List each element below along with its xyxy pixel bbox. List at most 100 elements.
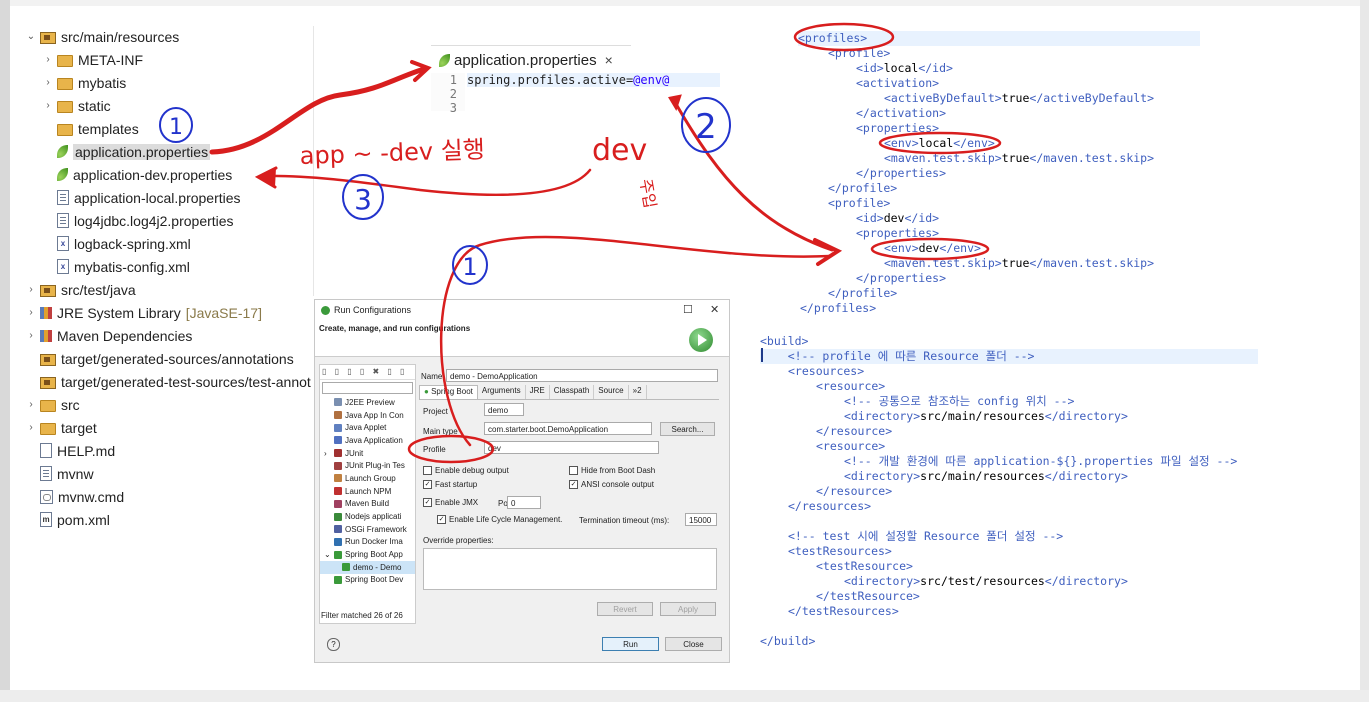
help-icon[interactable]: ? bbox=[327, 638, 340, 651]
chevron-down-icon[interactable]: ⌄ bbox=[324, 550, 334, 559]
launch-config-item[interactable]: J2EE Preview bbox=[320, 396, 415, 409]
tree-item-help-md[interactable]: HELP.md bbox=[25, 440, 115, 461]
run-button[interactable]: Run bbox=[602, 637, 659, 651]
file-icon bbox=[40, 466, 52, 481]
chevron-right-icon[interactable]: › bbox=[25, 399, 37, 410]
tree-item-logback-spring-xml[interactable]: x logback-spring.xml bbox=[42, 233, 191, 254]
main-type-field[interactable]: com.starter.boot.DemoApplication bbox=[484, 422, 652, 435]
config-type-icon bbox=[334, 512, 342, 521]
tree-item-label: templates bbox=[78, 120, 139, 137]
chevron-right-icon[interactable]: › bbox=[42, 54, 54, 65]
tree-item-target-generated-sources-annotations[interactable]: target/generated-sources/annotations bbox=[25, 348, 294, 369]
tree-item-label: static bbox=[78, 97, 111, 114]
tab-classpath[interactable]: Classpath bbox=[550, 385, 595, 399]
tree-item-application-dev-properties[interactable]: application-dev.properties bbox=[42, 164, 232, 185]
tree-item-application-local-properties[interactable]: application-local.properties bbox=[42, 187, 241, 208]
launch-config-item[interactable]: Java App In Con bbox=[320, 409, 415, 422]
editor-tab-application-properties[interactable]: application.properties × bbox=[431, 45, 631, 74]
tab-jre[interactable]: JRE bbox=[526, 385, 550, 399]
name-field[interactable]: demo - DemoApplication bbox=[446, 369, 718, 382]
fast-startup-checkbox[interactable]: ✓ Fast startup bbox=[423, 480, 477, 489]
launch-config-item[interactable]: › JUnit bbox=[320, 447, 415, 460]
xml-line: </build> bbox=[760, 634, 816, 648]
chevron-right-icon[interactable]: › bbox=[324, 449, 334, 458]
project-select[interactable]: demo bbox=[484, 403, 524, 416]
tree-item-mybatis[interactable]: › mybatis bbox=[42, 72, 126, 93]
chevron-down-icon[interactable]: ⌄ bbox=[25, 31, 37, 42]
chevron-right-icon[interactable]: › bbox=[42, 77, 54, 88]
tree-item-maven-dependencies[interactable]: › Maven Dependencies bbox=[25, 325, 192, 346]
debug-checkbox[interactable]: Enable debug output bbox=[423, 466, 509, 475]
launch-config-label: J2EE Preview bbox=[345, 397, 395, 407]
package-folder-icon bbox=[40, 353, 56, 366]
property-key: spring.profiles.active= bbox=[467, 73, 634, 87]
tree-item-src-test-java[interactable]: › src/test/java bbox=[25, 279, 136, 300]
tree-item-jre-system-library[interactable]: › JRE System Library [JavaSE-17] bbox=[25, 302, 262, 323]
tree-item-meta-inf[interactable]: › META-INF bbox=[42, 49, 143, 70]
chevron-right-icon[interactable]: › bbox=[25, 330, 37, 341]
apply-button[interactable]: Apply bbox=[660, 602, 716, 616]
chevron-right-icon[interactable]: › bbox=[25, 422, 37, 433]
termination-field[interactable]: 15000 bbox=[685, 513, 717, 526]
chevron-right-icon[interactable]: › bbox=[25, 284, 37, 295]
close-icon[interactable]: ✕ bbox=[710, 303, 719, 316]
editor-code-line-1[interactable]: spring.profiles.active=@env@ bbox=[467, 73, 720, 87]
tab-overflow[interactable]: »2 bbox=[629, 385, 647, 399]
launch-config-item[interactable]: Run Docker Ima bbox=[320, 536, 415, 549]
window-frame-left bbox=[0, 0, 10, 702]
tree-item-application-properties[interactable]: application.properties bbox=[42, 141, 211, 162]
project-label: Project bbox=[423, 407, 448, 416]
override-properties-field[interactable] bbox=[423, 548, 717, 590]
tree-item-templates[interactable]: templates bbox=[42, 118, 139, 139]
launch-config-item[interactable]: JUnit Plug-in Tes bbox=[320, 459, 415, 472]
launch-config-item[interactable]: Java Application bbox=[320, 434, 415, 447]
launch-config-item[interactable]: Maven Build bbox=[320, 498, 415, 511]
chevron-right-icon[interactable]: › bbox=[25, 307, 37, 318]
tree-item-static[interactable]: › static bbox=[42, 95, 111, 116]
revert-button[interactable]: Revert bbox=[597, 602, 653, 616]
tree-item-target[interactable]: › target bbox=[25, 417, 96, 438]
folder-icon bbox=[57, 123, 73, 136]
filter-input[interactable] bbox=[322, 382, 413, 394]
port-field[interactable]: 0 bbox=[507, 496, 541, 509]
tree-item-src-main-resources[interactable]: ⌄ src/main/resources bbox=[25, 26, 179, 47]
dialog-header-text: Create, manage, and run configurations bbox=[319, 324, 471, 333]
list-toolbar[interactable]: ▯ ▯ ▯ ▯ ✖ ▯ ▯ bbox=[320, 365, 415, 380]
tree-item-label: mybatis-config.xml bbox=[74, 258, 190, 275]
launch-config-item[interactable]: Nodejs applicati bbox=[320, 510, 415, 523]
launch-config-item[interactable]: demo - Demo bbox=[320, 560, 415, 574]
launch-config-item[interactable]: Launch NPM bbox=[320, 485, 415, 498]
jmx-checkbox[interactable]: ✓ Enable JMX bbox=[423, 498, 478, 507]
launch-config-item[interactable]: ⌄ Spring Boot App bbox=[320, 548, 415, 561]
tree-item-mybatis-config-xml[interactable]: x mybatis-config.xml bbox=[42, 256, 190, 277]
tab-arguments[interactable]: Arguments bbox=[478, 385, 526, 399]
tab-source[interactable]: Source bbox=[594, 385, 629, 399]
launch-config-item[interactable]: OSGi Framework bbox=[320, 523, 415, 536]
tab-spring-boot[interactable]: ● Spring Boot bbox=[419, 385, 478, 399]
tree-item-src[interactable]: › src bbox=[25, 394, 79, 415]
config-type-icon bbox=[334, 487, 342, 496]
tree-item-mvnw[interactable]: mvnw bbox=[25, 463, 94, 484]
tree-item-target-generated-test-sources-test-annot[interactable]: target/generated-test-sources/test-annot bbox=[25, 371, 311, 392]
step-circle-2 bbox=[681, 97, 731, 153]
launch-config-item[interactable]: Spring Boot Dev bbox=[320, 574, 415, 587]
close-icon[interactable]: × bbox=[605, 52, 613, 68]
tree-item-log4jdbc-log4j2-properties[interactable]: log4jdbc.log4j2.properties bbox=[42, 210, 234, 231]
config-type-icon bbox=[334, 550, 342, 559]
tree-item-label: application-dev.properties bbox=[73, 166, 233, 183]
tree-item-mvnw-cmd[interactable]: mvnw.cmd bbox=[25, 486, 124, 507]
ansi-console-checkbox[interactable]: ✓ ANSI console output bbox=[569, 480, 654, 489]
lifecycle-checkbox[interactable]: ✓ Enable Life Cycle Management. bbox=[437, 515, 562, 524]
profile-select[interactable]: dev bbox=[484, 441, 659, 454]
maximize-icon[interactable]: ☐ bbox=[683, 303, 693, 316]
launch-config-item[interactable]: Launch Group bbox=[320, 472, 415, 485]
tree-item-pom-xml[interactable]: m pom.xml bbox=[25, 509, 110, 530]
hide-boot-dash-checkbox[interactable]: Hide from Boot Dash bbox=[569, 466, 655, 475]
arrow-head bbox=[410, 60, 432, 82]
launch-config-item[interactable]: Java Applet bbox=[320, 421, 415, 434]
search-button[interactable]: Search... bbox=[660, 422, 715, 436]
xml-line: <directory>src/main/resources</directory… bbox=[844, 409, 1128, 423]
tree-item-label: src/test/java bbox=[61, 281, 136, 298]
close-button[interactable]: Close bbox=[665, 637, 722, 651]
chevron-right-icon[interactable]: › bbox=[42, 100, 54, 111]
